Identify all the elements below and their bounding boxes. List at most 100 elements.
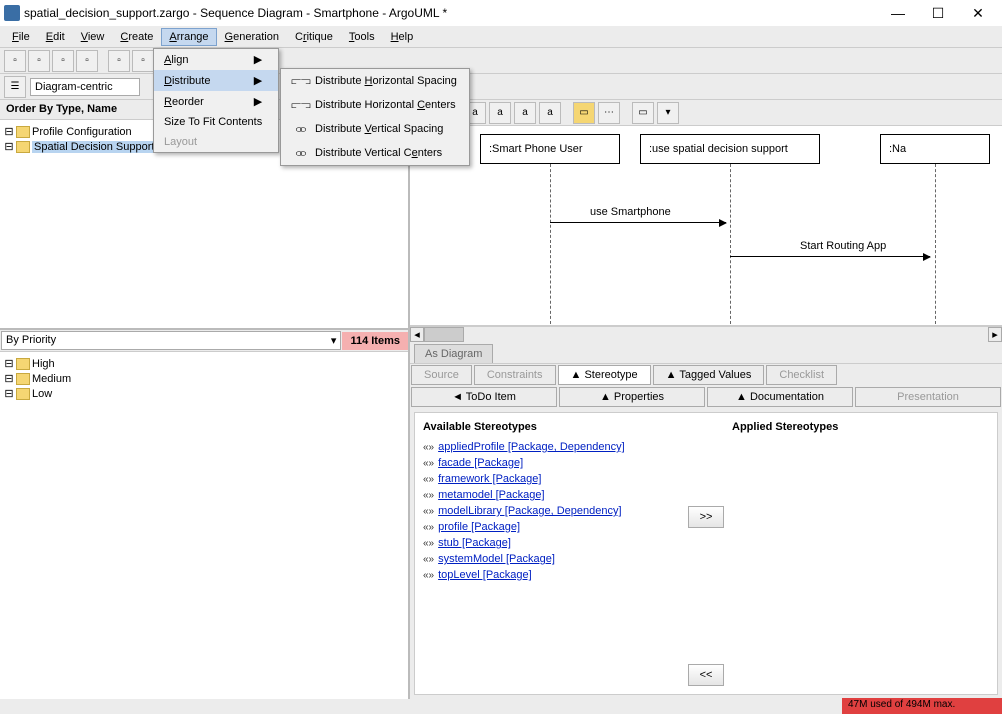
dt-9[interactable]: ▭ <box>632 102 654 124</box>
dist-vs-icon: ⫏⫐ <box>293 121 309 137</box>
stereotype-item[interactable]: «»framework [Package] <box>423 471 680 487</box>
chevron-down-icon: ▾ <box>331 334 337 347</box>
tab-checklist[interactable]: Checklist <box>766 365 837 385</box>
priority-combo[interactable]: By Priority▾ <box>1 331 341 350</box>
arrange-align[interactable]: Align▶ <box>154 49 278 70</box>
folder-icon <box>16 141 30 153</box>
maximize-button[interactable]: ☐ <box>926 3 950 23</box>
stereotype-item[interactable]: «»systemModel [Package] <box>423 551 680 567</box>
lifeline-support[interactable]: :use spatial decision support <box>640 134 820 164</box>
stereotype-item[interactable]: «»facade [Package] <box>423 455 680 471</box>
arrange-reorder[interactable]: Reorder▶ <box>154 91 278 112</box>
dist-hc-icon: ⫍⫎ <box>293 97 309 113</box>
distribute-h-spacing[interactable]: ⫍⫎Distribute Horizontal Spacing <box>281 69 469 93</box>
menu-generation[interactable]: Generation <box>217 28 287 46</box>
stereotype-item[interactable]: «»metamodel [Package] <box>423 487 680 503</box>
expand-icon[interactable]: ⊟ <box>4 140 14 153</box>
distribute-v-spacing[interactable]: ⫏⫐Distribute Vertical Spacing <box>281 117 469 141</box>
menu-view[interactable]: View <box>73 28 113 46</box>
stereotype-item[interactable]: «»profile [Package] <box>423 519 680 535</box>
arrange-size[interactable]: Size To Fit Contents <box>154 112 278 132</box>
tool-4[interactable]: ▫ <box>76 50 98 72</box>
dt-5[interactable]: a <box>514 102 536 124</box>
menu-file[interactable]: File <box>4 28 38 46</box>
diagram-tabs: As Diagram <box>410 342 1002 364</box>
lifeline-user[interactable]: :Smart Phone User <box>480 134 620 164</box>
arrange-layout: Layout <box>154 132 278 152</box>
expand-icon[interactable]: ⊟ <box>4 125 14 138</box>
menu-critique[interactable]: Critique <box>287 28 341 46</box>
minimize-button[interactable]: — <box>886 3 910 23</box>
dt-7[interactable]: ▭ <box>573 102 595 124</box>
stereotype-item[interactable]: «»topLevel [Package] <box>423 567 680 583</box>
details-panel: Source Constraints ▲ Stereotype ▲ Tagged… <box>410 364 1002 699</box>
stereotype-item[interactable]: «»appliedProfile [Package, Dependency] <box>423 439 680 455</box>
tab-tagged[interactable]: ▲ Tagged Values <box>653 365 765 385</box>
tab-todo[interactable]: ◄ ToDo Item <box>411 387 557 407</box>
message-label: Start Routing App <box>800 240 886 252</box>
tab-properties[interactable]: ▲ Properties <box>559 387 705 407</box>
menu-bar: File Edit View Create Arrange Generation… <box>0 26 1002 48</box>
tab-documentation[interactable]: ▲ Documentation <box>707 387 853 407</box>
available-stereotypes: Available Stereotypes «»appliedProfile [… <box>423 421 680 686</box>
priority-high[interactable]: ⊟High <box>4 356 404 371</box>
tab-source[interactable]: Source <box>411 365 472 385</box>
app-icon <box>4 5 20 21</box>
tool-save[interactable]: ▫ <box>52 50 74 72</box>
applied-stereotypes: Applied Stereotypes <box>732 421 989 686</box>
h-scrollbar[interactable]: ◂ ▸ <box>410 326 1002 342</box>
tool-new[interactable]: ▫ <box>4 50 26 72</box>
memory-indicator: 47M used of 494M max. <box>842 698 1002 714</box>
menu-arrange[interactable]: Arrange <box>161 28 216 46</box>
stereotype-item[interactable]: «»modelLibrary [Package, Dependency] <box>423 503 680 519</box>
tab-as-diagram[interactable]: As Diagram <box>414 344 493 363</box>
remove-stereotype-button[interactable]: << <box>688 664 724 686</box>
diagram-canvas[interactable]: :Smart Phone User :use spatial decision … <box>410 126 1002 326</box>
add-stereotype-button[interactable]: >> <box>688 506 724 528</box>
perspective-combo[interactable]: Diagram-centric <box>30 78 140 96</box>
tool-diagram-icon[interactable]: ☰ <box>4 76 26 98</box>
status-bar: 47M used of 494M max. <box>842 698 1002 714</box>
dt-6[interactable]: a <box>539 102 561 124</box>
folder-icon <box>16 388 30 400</box>
lifeline-line <box>730 164 731 324</box>
arrange-dropdown: Align▶ Distribute▶ Reorder▶ Size To Fit … <box>153 48 279 153</box>
priority-low[interactable]: ⊟Low <box>4 386 404 401</box>
tab-stereotype[interactable]: ▲ Stereotype <box>558 365 651 385</box>
folder-icon <box>16 373 30 385</box>
tool-open[interactable]: ▫ <box>28 50 50 72</box>
lifeline-line <box>550 164 551 324</box>
menu-tools[interactable]: Tools <box>341 28 383 46</box>
dist-hs-icon: ⫍⫎ <box>293 73 309 89</box>
close-button[interactable]: ✕ <box>966 3 990 23</box>
stereotype-item[interactable]: «»stub [Package] <box>423 535 680 551</box>
menu-edit[interactable]: Edit <box>38 28 73 46</box>
tool-print[interactable]: ▫ <box>108 50 130 72</box>
diagram-toolbar: a a a a a a ▭ ⋯ ▭ ▾ <box>410 100 1002 126</box>
tab-constraints[interactable]: Constraints <box>474 365 556 385</box>
distribute-h-centers[interactable]: ⫍⫎Distribute Horizontal Centers <box>281 93 469 117</box>
lifeline-line <box>935 164 936 324</box>
arrange-distribute[interactable]: Distribute▶ <box>154 70 278 91</box>
menu-create[interactable]: Create <box>112 28 161 46</box>
window-title: spatial_decision_support.zargo - Sequenc… <box>24 6 447 20</box>
priority-medium[interactable]: ⊟Medium <box>4 371 404 386</box>
tool-6[interactable]: ▫ <box>132 50 154 72</box>
distribute-v-centers[interactable]: ⫏⫐Distribute Vertical Centers <box>281 141 469 165</box>
title-bar: spatial_decision_support.zargo - Sequenc… <box>0 0 1002 26</box>
main-toolbar: ▫ ▫ ▫ ▫ ▫ ▫ ▫ <box>0 48 1002 74</box>
message-arrow[interactable] <box>730 256 930 257</box>
lifeline-nav[interactable]: :Na <box>880 134 990 164</box>
message-arrow[interactable] <box>550 222 726 223</box>
message-label: use Smartphone <box>590 206 671 218</box>
folder-icon <box>16 358 30 370</box>
dt-4[interactable]: a <box>489 102 511 124</box>
menu-help[interactable]: Help <box>383 28 422 46</box>
folder-icon <box>16 126 30 138</box>
window-controls: — ☐ ✕ <box>886 3 998 23</box>
dt-8[interactable]: ⋯ <box>598 102 620 124</box>
items-count: 114 Items <box>342 332 408 350</box>
dt-10[interactable]: ▾ <box>657 102 679 124</box>
tab-presentation[interactable]: Presentation <box>855 387 1001 407</box>
distribute-submenu: ⫍⫎Distribute Horizontal Spacing ⫍⫎Distri… <box>280 68 470 166</box>
